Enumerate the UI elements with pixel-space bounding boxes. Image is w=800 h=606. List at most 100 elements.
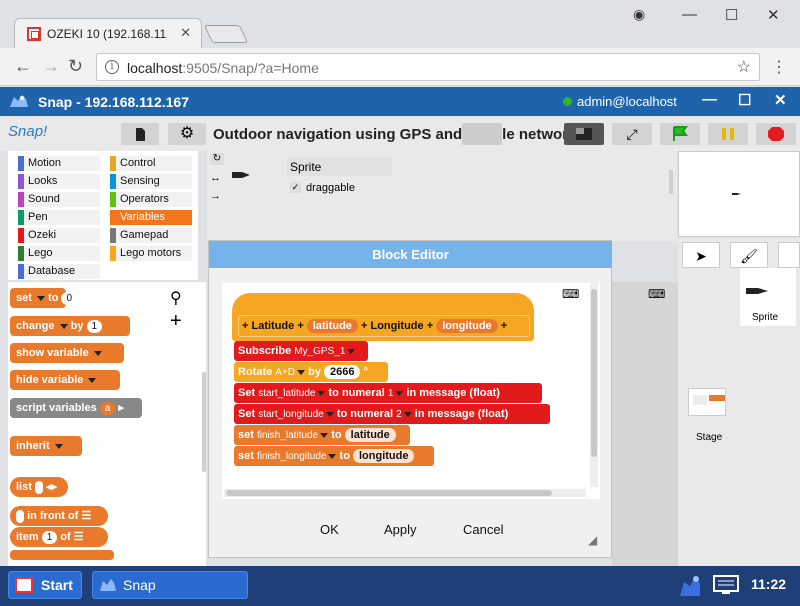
minimize-icon[interactable]: — (682, 6, 697, 23)
file-menu-button[interactable] (121, 123, 159, 145)
rotate-style-icon[interactable]: ↻ (210, 153, 224, 165)
draggable-checkbox[interactable]: ✓ (290, 182, 301, 193)
paint-button[interactable]: 🖌 (730, 242, 768, 268)
variable-dropdown[interactable]: start_latitude (258, 384, 315, 404)
start-button[interactable]: Start (8, 571, 82, 599)
show-variable-block[interactable]: show variable (10, 343, 124, 363)
ok-button[interactable]: OK (320, 522, 339, 537)
ozeki-robot-icon[interactable] (676, 570, 704, 600)
rotate-block[interactable]: Rotate A+D by 2666 ° (234, 362, 388, 382)
param-latitude[interactable]: latitude (306, 319, 358, 334)
list-block[interactable]: list ◂▸ (10, 477, 68, 497)
index-dropdown[interactable]: 1 (388, 384, 394, 404)
app-minimize-icon[interactable]: — (702, 91, 717, 108)
horizontal-scrollbar[interactable] (224, 489, 586, 497)
stage-thumbnail[interactable] (688, 388, 726, 416)
snap-logo[interactable]: Snap! (8, 123, 47, 140)
dropdown-icon[interactable] (347, 348, 356, 354)
left-right-icon[interactable]: ↔ (210, 172, 221, 184)
variable-dropdown[interactable]: start_longitude (258, 405, 324, 425)
block-prototype[interactable]: + Latitude + latitude + Longitude + long… (238, 315, 530, 337)
green-flag-button[interactable] (660, 123, 700, 145)
stage[interactable] (678, 151, 800, 237)
dropdown-icon[interactable] (297, 369, 306, 375)
cloud-button[interactable] (462, 123, 502, 145)
rotate-device-dropdown[interactable]: A+D (275, 363, 295, 383)
variable-dropdown[interactable]: finish_longitude (257, 447, 327, 467)
dropdown-icon[interactable] (93, 350, 102, 356)
settings-button[interactable]: ⚙ (168, 123, 206, 145)
sprite-icon-tile[interactable]: Sprite (740, 268, 796, 326)
address-bar[interactable]: i localhost:9505/Snap/?a=Home ☆ (96, 53, 760, 81)
dropdown-icon[interactable] (54, 443, 63, 449)
menu-icon[interactable]: ⋮ (771, 57, 787, 77)
dialog-title[interactable]: Block Editor (209, 241, 612, 268)
bookmark-star-icon[interactable]: ☆ (737, 57, 751, 77)
app-close-icon[interactable]: ✕ (774, 91, 787, 109)
subscribe-block[interactable]: Subscribe My_GPS_1 (234, 341, 368, 361)
latitude-reporter[interactable]: latitude (344, 428, 396, 443)
no-rotate-icon[interactable]: → (210, 190, 221, 202)
reload-icon[interactable]: ↻ (68, 56, 83, 77)
category-sound[interactable]: Sound (18, 192, 100, 207)
dropdown-icon[interactable] (320, 432, 329, 438)
palette-scrollbar[interactable] (202, 372, 206, 472)
subscribe-dropdown[interactable]: My_GPS_1 (294, 342, 345, 362)
custom-block-hat[interactable]: + Latitude + latitude + Longitude + long… (232, 293, 534, 341)
change-value-slot[interactable]: 1 (86, 319, 103, 333)
param-longitude[interactable]: longitude (436, 319, 498, 334)
close-window-icon[interactable]: ✕ (767, 6, 780, 24)
category-lego[interactable]: Lego (18, 246, 100, 261)
dropdown-icon[interactable] (403, 411, 412, 417)
category-motion[interactable]: Motion (18, 156, 100, 171)
stage-size-button[interactable] (564, 123, 604, 145)
resize-handle-icon[interactable]: ◢ (588, 533, 597, 547)
category-pen[interactable]: Pen (18, 210, 100, 225)
list-slot[interactable] (34, 480, 43, 494)
browser-tab[interactable]: OZEKI 10 (192.168.112.16 ✕ (14, 18, 202, 48)
keyboard-icon[interactable]: ⌨ (648, 287, 665, 301)
inherit-block[interactable]: inherit (10, 436, 82, 456)
set-start-latitude-block[interactable]: Set start_latitude to numeral 1 in messa… (234, 383, 542, 403)
category-ozeki[interactable]: Ozeki (18, 228, 100, 243)
category-control[interactable]: Control (110, 156, 192, 171)
close-tab-icon[interactable]: ✕ (180, 25, 191, 41)
stop-button[interactable] (756, 123, 796, 145)
longitude-reporter[interactable]: longitude (352, 449, 415, 464)
item-value-slot[interactable]: 1 (41, 530, 58, 544)
app-maximize-icon[interactable]: ☐ (738, 91, 751, 109)
add-block-icon[interactable]: + (170, 310, 182, 333)
forward-icon[interactable]: → (42, 56, 60, 77)
sprite-panel-scrollbar[interactable] (669, 170, 673, 194)
category-gamepad[interactable]: Gamepad (110, 228, 192, 243)
user-label[interactable]: admin@localhost (577, 94, 677, 109)
account-icon[interactable]: ◉ (633, 6, 645, 23)
dropdown-icon[interactable] (88, 377, 97, 383)
rotate-value-slot[interactable]: 2666 (324, 365, 361, 380)
index-dropdown[interactable]: 2 (396, 405, 402, 425)
category-operators[interactable]: Operators (110, 192, 192, 207)
set-block[interactable]: set to 0 (10, 288, 78, 308)
dropdown-icon[interactable] (328, 453, 337, 459)
search-icon[interactable]: ⚲ (170, 288, 182, 308)
add-turtle-button[interactable]: ➤ (682, 242, 720, 268)
in-front-of-block[interactable]: in front of ☰ (10, 506, 108, 526)
category-lego-motors[interactable]: Lego motors (110, 246, 192, 261)
cancel-button[interactable]: Cancel (463, 522, 503, 537)
set-finish-longitude-block[interactable]: set finish_longitude to longitude (234, 446, 434, 466)
category-variables[interactable]: Variables (110, 210, 192, 225)
variable-dropdown[interactable]: finish_latitude (257, 426, 318, 446)
maximize-icon[interactable]: ☐ (725, 6, 738, 24)
list-slot[interactable] (16, 509, 24, 523)
editor-keyboard-icon[interactable]: ⌨ (562, 287, 579, 301)
partial-block[interactable] (10, 550, 114, 560)
dropdown-icon[interactable] (317, 390, 326, 396)
category-database[interactable]: Database (18, 264, 100, 279)
pause-button[interactable] (708, 123, 748, 145)
set-value-slot[interactable]: 0 (61, 291, 78, 305)
script-variables-block[interactable]: script variables a ▸ (10, 398, 142, 418)
script-var-a[interactable]: a (99, 401, 116, 415)
fullscreen-button[interactable]: ⤢ (612, 123, 652, 145)
apply-button[interactable]: Apply (384, 522, 417, 537)
snap-taskbar-button[interactable]: Snap (92, 571, 248, 599)
